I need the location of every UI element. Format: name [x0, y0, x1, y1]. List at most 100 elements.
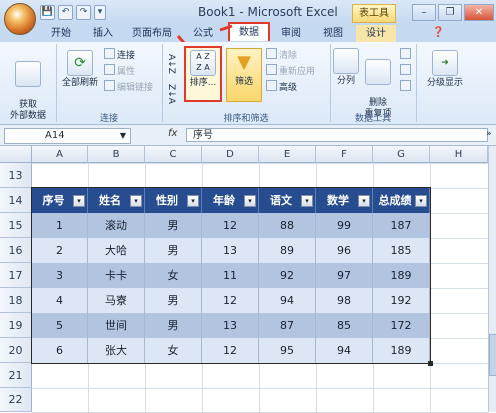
table-header-cell[interactable]: 年龄 ▾ — [202, 188, 259, 213]
table-cell[interactable]: 187 — [373, 213, 430, 238]
filter-dropdown-icon[interactable]: ▾ — [244, 195, 256, 207]
vertical-scrollbar-thumb[interactable] — [489, 334, 496, 376]
table-cell[interactable]: 89 — [259, 238, 316, 263]
remove-duplicates-button[interactable]: 删除 重复项 — [360, 48, 396, 120]
formula-input[interactable]: 序号 — [186, 128, 488, 142]
column-header-c[interactable]: C — [145, 146, 202, 163]
column-header-h[interactable]: H — [430, 146, 488, 163]
table-cell[interactable]: 滚动 — [88, 213, 145, 238]
table-cell[interactable]: 5 — [32, 313, 88, 338]
table-cell[interactable]: 96 — [316, 238, 373, 263]
table-cell[interactable]: 94 — [259, 288, 316, 313]
edit-links-button[interactable]: 编辑链接 — [104, 80, 153, 93]
table-cell[interactable]: 189 — [373, 263, 430, 288]
table-header-cell[interactable]: 总成绩 ▾ — [373, 188, 430, 213]
table-cell[interactable]: 马寮 — [88, 288, 145, 313]
name-box[interactable]: A14 ▼ — [4, 128, 131, 144]
table-cell[interactable]: 88 — [259, 213, 316, 238]
tab-insert[interactable]: 插入 — [86, 25, 120, 42]
properties-button[interactable]: 属性 — [104, 64, 135, 77]
table-cell[interactable]: 卡卡 — [88, 263, 145, 288]
column-header-e[interactable]: E — [259, 146, 316, 163]
table-header-cell[interactable]: 姓名 ▾ — [88, 188, 145, 213]
row-header-22[interactable]: 22 — [0, 388, 32, 412]
filter-dropdown-icon[interactable]: ▾ — [73, 195, 85, 207]
table-cell[interactable]: 4 — [32, 288, 88, 313]
office-button[interactable] — [4, 3, 36, 35]
table-cell[interactable]: 185 — [373, 238, 430, 263]
table-cell[interactable]: 男 — [145, 238, 202, 263]
column-header-b[interactable]: B — [88, 146, 145, 163]
sort-ascending-button[interactable]: A↓Z — [166, 54, 176, 74]
table-cell[interactable]: 11 — [202, 263, 259, 288]
table-cell[interactable]: 3 — [32, 263, 88, 288]
filter-dropdown-icon[interactable]: ▾ — [187, 195, 199, 207]
row-header-17[interactable]: 17 — [0, 263, 32, 288]
table-cell[interactable]: 1 — [32, 213, 88, 238]
column-header-a[interactable]: A — [32, 146, 88, 163]
table-cell[interactable]: 女 — [145, 263, 202, 288]
filter-dropdown-icon[interactable]: ▾ — [415, 195, 427, 207]
row-header-16[interactable]: 16 — [0, 238, 32, 263]
connections-button[interactable]: 连接 — [104, 48, 135, 61]
undo-icon[interactable]: ↶ — [58, 5, 73, 20]
table-header-cell[interactable]: 语文 ▾ — [259, 188, 316, 213]
column-header-d[interactable]: D — [202, 146, 259, 163]
tab-review[interactable]: 审阅 — [274, 25, 308, 42]
table-cell[interactable]: 12 — [202, 288, 259, 313]
table-cell[interactable]: 张大 — [88, 338, 145, 363]
table-cell[interactable]: 13 — [202, 313, 259, 338]
help-icon[interactable]: ❓ — [432, 27, 444, 38]
table-cell[interactable]: 男 — [145, 313, 202, 338]
filter-button[interactable]: ▼ 筛选 — [226, 48, 262, 102]
get-external-data-button[interactable]: 获取 外部数据 — [4, 50, 52, 122]
maximize-button[interactable]: ❐ — [438, 4, 462, 21]
table-header-cell[interactable]: 性别 ▾ — [145, 188, 202, 213]
table-cell[interactable]: 94 — [316, 338, 373, 363]
text-to-columns-button[interactable]: 分列 — [332, 48, 360, 87]
table-header-cell[interactable]: 数学 ▾ — [316, 188, 373, 213]
row-header-13[interactable]: 13 — [0, 163, 32, 188]
table-cell[interactable]: 192 — [373, 288, 430, 313]
data-validation-icon[interactable] — [400, 48, 412, 60]
tab-design[interactable]: 设计 — [356, 25, 396, 42]
tab-page-layout[interactable]: 页面布局 — [128, 25, 176, 42]
table-cell[interactable]: 6 — [32, 338, 88, 363]
table-cell[interactable]: 大哈 — [88, 238, 145, 263]
expand-formula-bar-icon[interactable]: » — [486, 129, 492, 139]
table-cell[interactable]: 12 — [202, 213, 259, 238]
table-cell[interactable]: 172 — [373, 313, 430, 338]
table-cell[interactable]: 99 — [316, 213, 373, 238]
customize-quick-access-icon[interactable]: ▾ — [94, 5, 106, 20]
column-header-f[interactable]: F — [316, 146, 373, 163]
table-resize-handle[interactable] — [428, 361, 433, 366]
table-cell[interactable]: 男 — [145, 213, 202, 238]
table-cell[interactable]: 13 — [202, 238, 259, 263]
insert-function-icon[interactable]: fx — [168, 128, 177, 139]
filter-dropdown-icon[interactable]: ▾ — [130, 195, 142, 207]
table-cell[interactable]: 世间 — [88, 313, 145, 338]
table-header-cell[interactable]: 序号 ▾ — [32, 188, 88, 213]
table-cell[interactable]: 2 — [32, 238, 88, 263]
reapply-button[interactable]: 重新应用 — [266, 64, 315, 77]
sort-button[interactable]: A ZZ A 排序... — [184, 46, 222, 102]
row-header-21[interactable]: 21 — [0, 363, 32, 388]
outline-button[interactable]: ➜ 分级显示 — [422, 50, 468, 89]
table-cell[interactable]: 12 — [202, 338, 259, 363]
refresh-all-button[interactable]: ⟳ 全部刷新 — [60, 50, 100, 89]
select-all-corner[interactable] — [0, 146, 32, 163]
tab-home[interactable]: 开始 — [44, 25, 78, 42]
redo-icon[interactable]: ↷ — [76, 5, 91, 20]
row-header-19[interactable]: 19 — [0, 313, 32, 338]
table-cell[interactable]: 98 — [316, 288, 373, 313]
table-cell[interactable]: 85 — [316, 313, 373, 338]
tab-view[interactable]: 视图 — [316, 25, 350, 42]
table-cell[interactable]: 97 — [316, 263, 373, 288]
save-icon[interactable]: 💾 — [40, 5, 55, 20]
what-if-icon[interactable] — [400, 80, 412, 92]
chevron-down-icon[interactable]: ▼ — [120, 129, 126, 143]
table-cell[interactable]: 女 — [145, 338, 202, 363]
filter-dropdown-icon[interactable]: ▾ — [301, 195, 313, 207]
sort-descending-button[interactable]: Z↓A — [166, 84, 176, 104]
table-cell[interactable]: 189 — [373, 338, 430, 363]
